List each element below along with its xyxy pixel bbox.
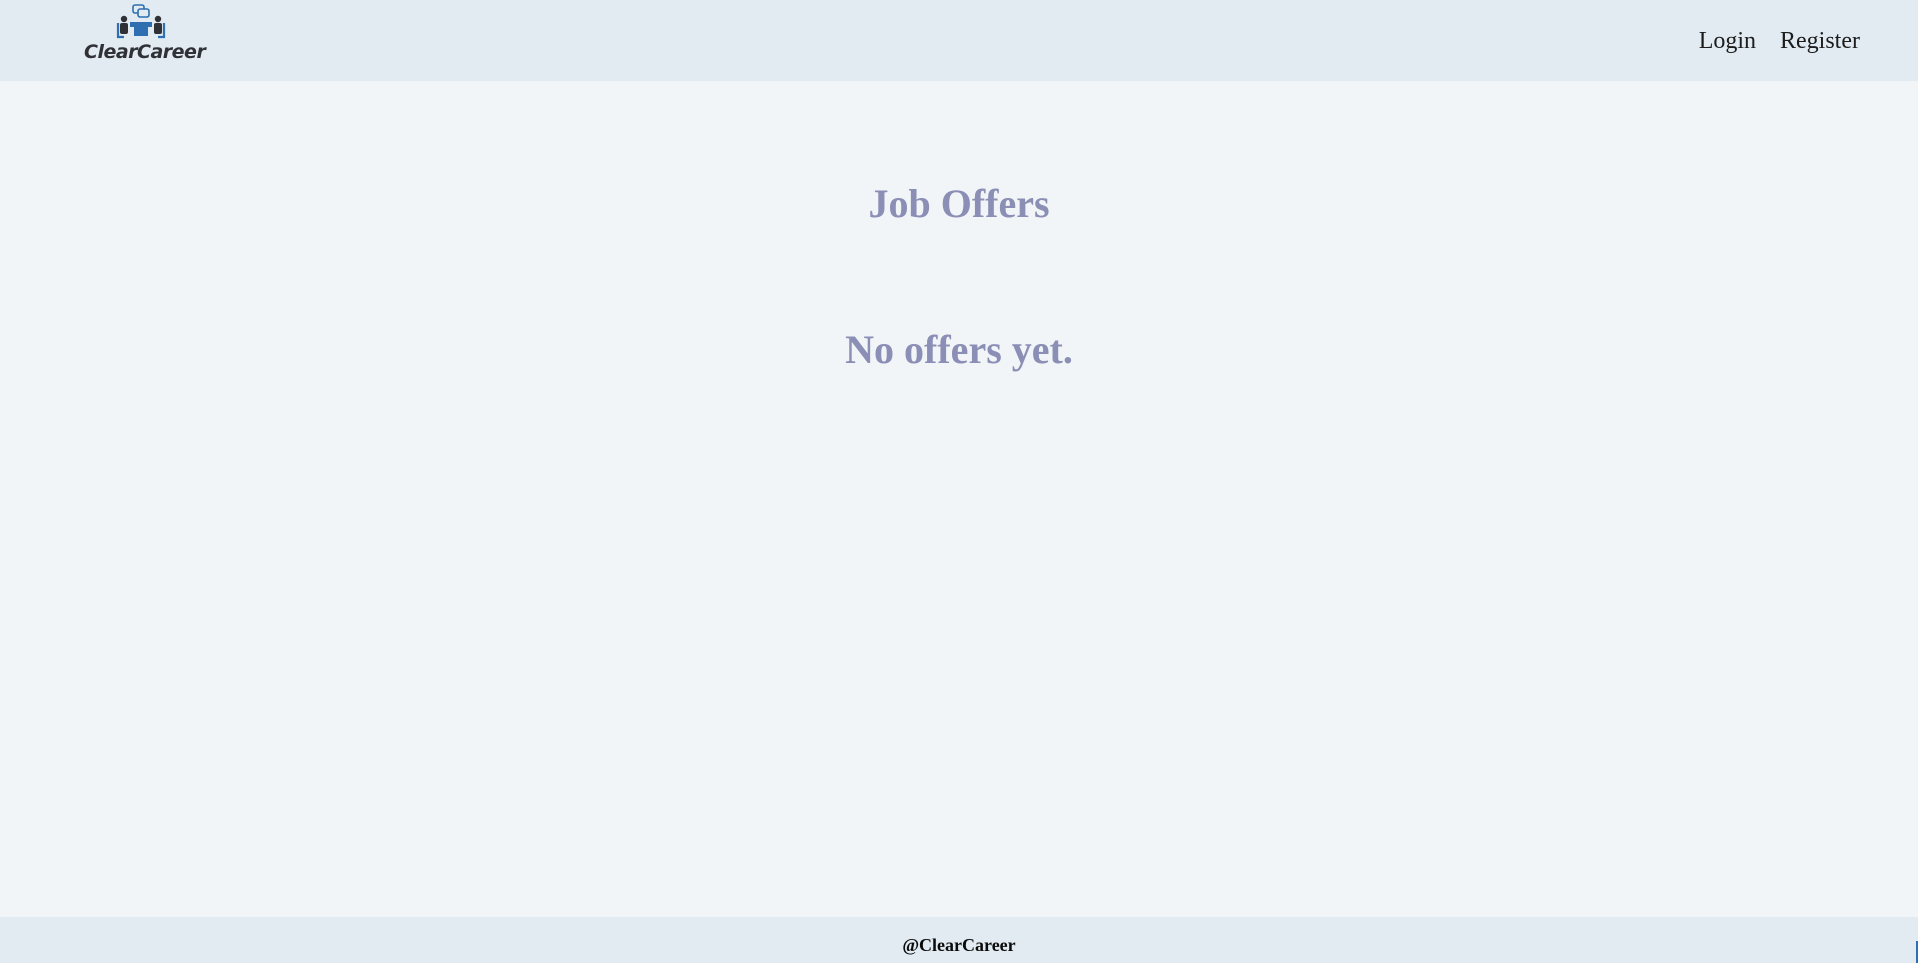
empty-state-message: No offers yet. [845,327,1073,372]
page-title: Job Offers [868,181,1050,226]
clearcareer-logo[interactable]: ClearCareer [84,4,206,66]
interview-table-icon [116,4,166,39]
login-link[interactable]: Login [1699,28,1756,55]
footer-copyright: @ClearCareer [902,935,1016,955]
main-nav: Login Register [1699,28,1860,55]
logo-wordmark: ClearCareer [84,41,206,63]
register-link[interactable]: Register [1780,28,1860,55]
site-header: ClearCareer Login Register [0,0,1918,81]
site-footer: @ClearCareer [0,917,1918,963]
